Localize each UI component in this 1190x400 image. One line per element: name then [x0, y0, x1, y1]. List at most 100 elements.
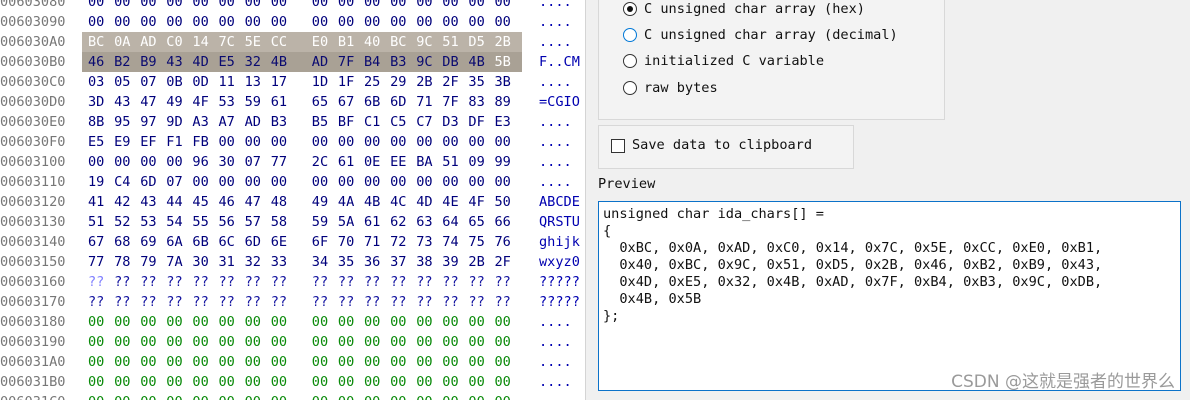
hex-byte[interactable]: 00 [271, 0, 293, 12]
hex-byte[interactable]: ?? [271, 292, 293, 312]
hex-byte[interactable]: B1 [338, 32, 360, 52]
hex-byte[interactable]: 4E [442, 192, 464, 212]
hex-byte[interactable]: 51 [88, 212, 110, 232]
hex-byte[interactable]: A7 [219, 112, 241, 132]
hex-byte[interactable]: 00 [166, 332, 188, 352]
hex-byte[interactable]: AD [312, 52, 334, 72]
hex-byte[interactable]: 54 [166, 212, 188, 232]
hex-byte[interactable]: 3B [495, 72, 517, 92]
hex-byte[interactable]: 00 [219, 352, 241, 372]
hex-byte[interactable]: 00 [338, 372, 360, 392]
hex-byte[interactable]: 48 [271, 192, 293, 212]
radio-hex-button[interactable] [623, 2, 637, 16]
radio-variable-button[interactable] [623, 54, 637, 68]
hex-byte[interactable]: 00 [468, 12, 490, 32]
hex-byte[interactable]: FB [192, 132, 214, 152]
hex-byte[interactable]: 00 [416, 372, 438, 392]
hex-byte[interactable]: 76 [495, 232, 517, 252]
hex-byte[interactable]: 00 [114, 0, 136, 12]
radio-raw-button[interactable] [623, 81, 637, 95]
hex-byte[interactable]: 30 [219, 152, 241, 172]
hex-byte[interactable]: 5B [495, 52, 517, 72]
hex-byte[interactable]: 00 [192, 372, 214, 392]
hex-byte[interactable]: 00 [390, 132, 412, 152]
hex-byte[interactable]: 00 [312, 392, 334, 400]
hex-byte[interactable]: B3 [271, 112, 293, 132]
hex-byte[interactable]: DF [468, 112, 490, 132]
hex-byte[interactable]: 0D [192, 72, 214, 92]
hex-byte[interactable]: 00 [271, 352, 293, 372]
hex-byte[interactable]: 00 [88, 312, 110, 332]
hex-byte[interactable]: 4B [364, 192, 386, 212]
hex-byte[interactable]: 4F [468, 192, 490, 212]
hex-byte[interactable]: 00 [88, 332, 110, 352]
hex-byte[interactable]: 1D [312, 72, 334, 92]
hex-byte[interactable]: 00 [88, 352, 110, 372]
hex-byte[interactable]: 00 [166, 12, 188, 32]
hex-byte[interactable]: B4 [364, 52, 386, 72]
hex-byte[interactable]: 00 [338, 312, 360, 332]
hex-byte[interactable]: ?? [271, 272, 293, 292]
hex-byte[interactable]: 0A [114, 32, 136, 52]
hex-byte[interactable]: 42 [114, 192, 136, 212]
hex-view-panel[interactable]: 00603080 00 00 00 00 00 00 00 00 00 00 00 00 00 00 00 00… [0, 0, 585, 400]
hex-byte[interactable]: 0E [364, 152, 386, 172]
hex-byte[interactable]: 6D [390, 92, 412, 112]
hex-byte[interactable]: ?? [416, 292, 438, 312]
hex-byte[interactable]: 00 [166, 152, 188, 172]
hex-byte[interactable]: ?? [114, 272, 136, 292]
hex-byte[interactable]: 07 [245, 152, 267, 172]
hex-byte[interactable]: 71 [416, 92, 438, 112]
hex-byte[interactable]: 57 [245, 212, 267, 232]
hex-byte[interactable]: E5 [219, 52, 241, 72]
hex-byte[interactable]: 00 [495, 352, 517, 372]
hex-byte[interactable]: 61 [364, 212, 386, 232]
hex-byte[interactable]: D3 [442, 112, 464, 132]
hex-byte[interactable]: 00 [416, 352, 438, 372]
hex-byte[interactable]: 00 [338, 172, 360, 192]
hex-byte[interactable]: 6D [140, 172, 162, 192]
hex-byte[interactable]: ?? [312, 272, 334, 292]
hex-byte[interactable]: ?? [442, 272, 464, 292]
hex-byte[interactable]: 00 [468, 392, 490, 400]
hex-byte[interactable]: ?? [140, 292, 162, 312]
hex-byte[interactable]: EE [390, 152, 412, 172]
hex-byte[interactable]: 72 [390, 232, 412, 252]
hex-byte[interactable]: AD [140, 32, 162, 52]
hex-byte[interactable]: 35 [338, 252, 360, 272]
hex-byte[interactable]: 00 [442, 352, 464, 372]
hex-byte[interactable]: 71 [364, 232, 386, 252]
hex-byte[interactable]: 00 [245, 372, 267, 392]
hex-byte[interactable]: 50 [495, 192, 517, 212]
hex-byte[interactable]: 00 [364, 132, 386, 152]
radio-hex[interactable]: C unsigned char array (hex) [623, 0, 865, 20]
hex-byte[interactable]: 00 [364, 0, 386, 12]
hex-byte[interactable]: 46 [219, 192, 241, 212]
hex-byte[interactable]: 00 [416, 12, 438, 32]
hex-byte[interactable]: 09 [468, 152, 490, 172]
hex-byte[interactable]: 00 [312, 372, 334, 392]
hex-byte[interactable]: 00 [390, 372, 412, 392]
hex-byte[interactable]: ?? [364, 292, 386, 312]
hex-byte[interactable]: C7 [416, 112, 438, 132]
hex-byte[interactable]: 00 [416, 0, 438, 12]
hex-byte[interactable]: 36 [364, 252, 386, 272]
hex-byte[interactable]: ?? [364, 272, 386, 292]
hex-byte[interactable]: 62 [390, 212, 412, 232]
hex-byte[interactable]: 00 [192, 312, 214, 332]
hex-byte[interactable]: 00 [468, 0, 490, 12]
hex-byte[interactable]: 52 [114, 212, 136, 232]
hex-byte[interactable]: 00 [245, 0, 267, 12]
hex-byte[interactable]: 6C [219, 232, 241, 252]
hex-byte[interactable]: 00 [219, 372, 241, 392]
hex-byte[interactable]: 29 [390, 72, 412, 92]
hex-byte[interactable]: 00 [140, 0, 162, 12]
hex-byte[interactable]: 61 [338, 152, 360, 172]
hex-byte[interactable]: 00 [390, 172, 412, 192]
hex-byte[interactable]: ?? [219, 292, 241, 312]
hex-byte[interactable]: 00 [271, 332, 293, 352]
hex-byte[interactable]: 00 [114, 372, 136, 392]
hex-byte[interactable]: 00 [271, 372, 293, 392]
hex-byte[interactable]: BC [88, 32, 110, 52]
hex-byte[interactable]: 56 [219, 212, 241, 232]
